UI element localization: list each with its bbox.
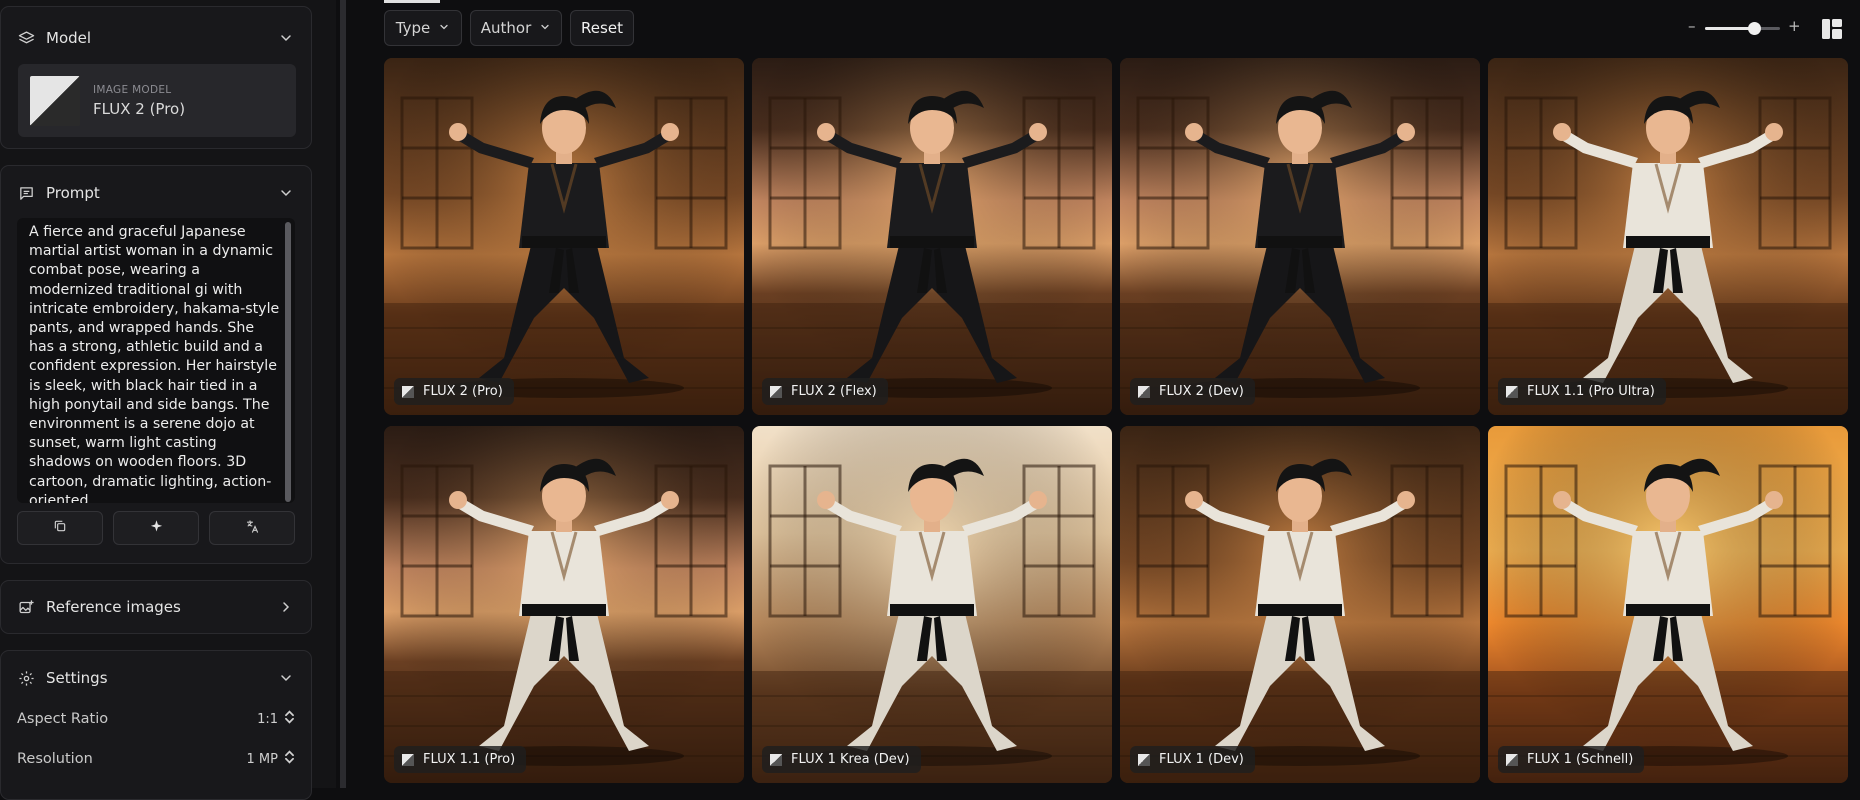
zoom-in-button[interactable]: + xyxy=(1788,17,1801,35)
gallery-card[interactable]: FLUX 1.1 (Pro Ultra) xyxy=(1488,58,1848,415)
model-logo-icon xyxy=(1506,385,1518,398)
prompt-panel-title: Prompt xyxy=(46,184,100,202)
resolution-label: Resolution xyxy=(17,751,93,767)
copy-icon xyxy=(53,519,67,537)
reset-label: Reset xyxy=(581,19,623,37)
model-label-badge: FLUX 2 (Dev) xyxy=(1130,378,1255,405)
enhance-prompt-button[interactable] xyxy=(113,511,199,545)
settings-panel-header[interactable]: Settings xyxy=(18,667,294,689)
model-logo-icon xyxy=(1138,753,1150,766)
zoom-slider-handle[interactable] xyxy=(1747,22,1761,35)
model-logo-icon xyxy=(770,385,782,398)
model-label-text: FLUX 2 (Flex) xyxy=(791,384,877,399)
gallery-card[interactable]: FLUX 1 (Dev) xyxy=(1120,426,1480,783)
chevron-up-down-icon[interactable] xyxy=(284,749,295,769)
aspect-ratio-setting[interactable]: Aspect Ratio 1:1 xyxy=(17,709,295,729)
chevron-up-down-icon[interactable] xyxy=(284,709,295,729)
generated-image xyxy=(1120,426,1480,783)
model-label-text: FLUX 1 Krea (Dev) xyxy=(791,752,910,767)
prompt-panel-header[interactable]: Prompt xyxy=(18,182,294,204)
chevron-down-icon[interactable] xyxy=(278,30,294,46)
model-label-badge: FLUX 1 Krea (Dev) xyxy=(762,746,921,773)
zoom-slider[interactable] xyxy=(1705,22,1780,35)
copy-prompt-button[interactable] xyxy=(17,511,103,545)
model-label-badge: FLUX 1.1 (Pro) xyxy=(394,746,527,773)
prompt-scrollbar[interactable] xyxy=(285,222,291,502)
model-panel-title: Model xyxy=(46,29,92,47)
generated-image xyxy=(384,58,744,415)
model-label-badge: FLUX 2 (Flex) xyxy=(762,378,888,405)
model-label-text: FLUX 1.1 (Pro Ultra) xyxy=(1527,384,1655,399)
generated-image xyxy=(752,426,1112,783)
model-label-badge: FLUX 1 (Schnell) xyxy=(1498,746,1645,773)
aspect-ratio-value: 1:1 xyxy=(257,711,278,727)
reference-images-panel[interactable]: Reference images xyxy=(0,580,312,634)
model-logo-icon xyxy=(1506,753,1518,766)
chevron-right-icon[interactable] xyxy=(278,599,294,615)
model-label-badge: FLUX 2 (Pro) xyxy=(394,378,514,405)
translate-icon xyxy=(245,519,260,538)
reference-images-header[interactable]: Reference images xyxy=(18,596,294,618)
model-selector[interactable]: IMAGE MODEL FLUX 2 (Pro) xyxy=(18,64,296,137)
model-label-badge: FLUX 1 (Dev) xyxy=(1130,746,1255,773)
model-thumbnail xyxy=(30,76,80,126)
type-filter-label: Type xyxy=(395,19,431,37)
chevron-down-icon[interactable] xyxy=(278,185,294,201)
chevron-down-icon xyxy=(539,19,551,37)
prompt-textarea[interactable]: A fierce and graceful Japanese martial a… xyxy=(17,218,295,503)
author-filter-label: Author xyxy=(480,19,532,37)
generated-image xyxy=(752,58,1112,415)
model-label-text: FLUX 1 (Dev) xyxy=(1159,752,1244,767)
generated-image xyxy=(1120,58,1480,415)
gallery-card[interactable]: FLUX 1 (Schnell) xyxy=(1488,426,1848,783)
model-logo-icon xyxy=(1138,385,1150,398)
model-label-text: FLUX 1 (Schnell) xyxy=(1527,752,1634,767)
reset-filters-button[interactable]: Reset xyxy=(570,10,634,46)
generated-image xyxy=(1488,58,1848,415)
model-panel: Model IMAGE MODEL FLUX 2 (Pro) xyxy=(0,6,312,149)
aspect-ratio-label: Aspect Ratio xyxy=(17,711,109,727)
model-card-label: IMAGE MODEL xyxy=(93,84,172,96)
chevron-down-icon xyxy=(438,19,450,37)
reference-images-title: Reference images xyxy=(46,598,181,616)
zoom-out-button[interactable]: – xyxy=(1688,17,1696,35)
prompt-text: A fierce and graceful Japanese martial a… xyxy=(29,224,280,503)
settings-panel-title: Settings xyxy=(46,669,108,687)
gallery-card[interactable]: FLUX 2 (Pro) xyxy=(384,58,744,415)
resolution-value: 1 MP xyxy=(246,751,278,767)
layout-grid-icon[interactable] xyxy=(1822,19,1842,43)
image-plus-icon xyxy=(18,599,35,616)
model-logo-icon xyxy=(402,385,414,398)
generated-image xyxy=(384,426,744,783)
message-square-icon xyxy=(18,185,35,202)
sidebar: Model IMAGE MODEL FLUX 2 (Pro) Prompt A … xyxy=(0,0,336,800)
model-label-text: FLUX 1.1 (Pro) xyxy=(423,752,516,767)
model-logo-icon xyxy=(402,753,414,766)
model-card-value: FLUX 2 (Pro) xyxy=(93,100,186,118)
chevron-down-icon[interactable] xyxy=(278,670,294,686)
resolution-setting[interactable]: Resolution 1 MP xyxy=(17,749,295,769)
model-label-text: FLUX 2 (Pro) xyxy=(423,384,503,399)
sidebar-scrollbar[interactable] xyxy=(340,0,346,788)
gallery-card[interactable]: FLUX 2 (Dev) xyxy=(1120,58,1480,415)
type-filter-dropdown[interactable]: Type xyxy=(384,10,462,46)
layers-icon xyxy=(18,30,35,47)
zoom-slider-fill xyxy=(1705,27,1754,30)
model-logo-icon xyxy=(770,753,782,766)
gallery-card[interactable]: FLUX 2 (Flex) xyxy=(752,58,1112,415)
gallery-card[interactable]: FLUX 1.1 (Pro) xyxy=(384,426,744,783)
model-label-text: FLUX 2 (Dev) xyxy=(1159,384,1244,399)
sparkle-icon xyxy=(149,519,164,538)
model-panel-header[interactable]: Model xyxy=(18,27,294,49)
gear-icon xyxy=(18,670,35,687)
gallery-card[interactable]: FLUX 1 Krea (Dev) xyxy=(752,426,1112,783)
translate-prompt-button[interactable] xyxy=(209,511,295,545)
active-tab-indicator xyxy=(384,0,440,3)
generated-image xyxy=(1488,426,1848,783)
model-label-badge: FLUX 1.1 (Pro Ultra) xyxy=(1498,378,1666,405)
author-filter-dropdown[interactable]: Author xyxy=(470,10,562,46)
